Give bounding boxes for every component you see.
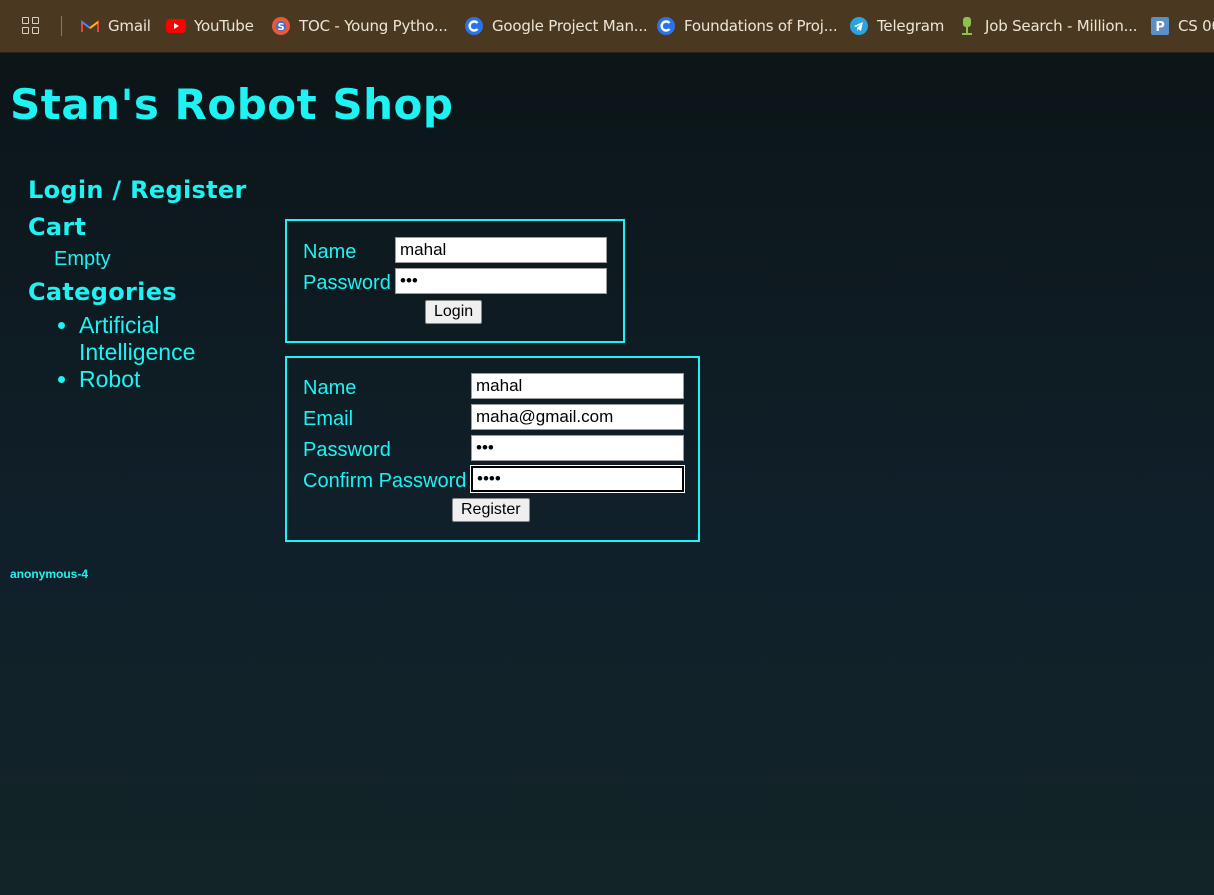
- bookmark-label: Gmail: [108, 17, 151, 35]
- job-search-icon: [957, 16, 977, 36]
- bookmark-job-search[interactable]: Job Search - Million...: [957, 15, 1138, 37]
- bookmarks-bar: Gmail YouTube S TOC - Young Pytho... Goo…: [0, 0, 1214, 53]
- svg-text:S: S: [277, 22, 284, 33]
- login-password-input[interactable]: [395, 268, 607, 294]
- site-title: Stan's Robot Shop: [10, 80, 454, 129]
- login-form: Name Password Login: [285, 219, 625, 343]
- bookmark-youtube[interactable]: YouTube: [166, 15, 254, 37]
- youtube-icon: [166, 16, 186, 36]
- categories-heading: Categories: [28, 278, 177, 306]
- apps-grid-icon[interactable]: [22, 17, 40, 35]
- register-confirm-password-label: Confirm Password: [303, 470, 467, 492]
- bookmark-label: Google Project Man...: [492, 17, 648, 35]
- cart-heading[interactable]: Cart: [28, 211, 86, 243]
- bookmark-cs[interactable]: P CS 00: [1150, 15, 1214, 37]
- cs-icon: P: [1150, 16, 1170, 36]
- bookmark-foundations[interactable]: Foundations of Proj...: [656, 15, 838, 37]
- telegram-icon: [849, 16, 869, 36]
- register-password-input[interactable]: [471, 435, 684, 461]
- toc-icon: S: [271, 16, 291, 36]
- register-email-label: Email: [303, 408, 354, 430]
- bookmark-label: Telegram: [877, 17, 945, 35]
- bookmarks-separator: [61, 16, 62, 36]
- svg-text:P: P: [1155, 20, 1164, 35]
- cart-status: Empty: [54, 248, 111, 270]
- register-password-label: Password: [303, 439, 391, 461]
- register-name-input[interactable]: [471, 373, 684, 399]
- register-button[interactable]: Register: [452, 498, 530, 522]
- login-register-link[interactable]: Login / Register: [28, 174, 247, 206]
- login-name-label: Name: [303, 241, 357, 263]
- bookmark-gmail[interactable]: Gmail: [80, 15, 151, 37]
- register-name-label: Name: [303, 377, 357, 399]
- register-email-input[interactable]: [471, 404, 684, 430]
- bookmark-telegram[interactable]: Telegram: [849, 15, 944, 37]
- register-form: Name Email Password Confirm Password Reg…: [285, 356, 700, 542]
- bookmark-label: TOC - Young Pytho...: [299, 17, 448, 35]
- bookmark-label: CS 00: [1178, 17, 1214, 35]
- bookmark-google-project[interactable]: Google Project Man...: [464, 15, 648, 37]
- coursera-icon: [656, 16, 676, 36]
- user-id: anonymous-4: [10, 567, 89, 581]
- gmail-icon: [80, 16, 100, 36]
- register-confirm-password-input[interactable]: [471, 466, 684, 492]
- bookmark-toc[interactable]: S TOC - Young Pytho...: [271, 15, 448, 37]
- category-list: Artificial Intelligence Robot: [60, 312, 229, 393]
- login-password-label: Password: [303, 272, 391, 294]
- bookmark-label: YouTube: [194, 17, 254, 35]
- bookmark-label: Foundations of Proj...: [684, 17, 838, 35]
- category-item-robot[interactable]: Robot: [79, 366, 229, 393]
- login-name-input[interactable]: [395, 237, 607, 263]
- bookmark-label: Job Search - Million...: [985, 17, 1138, 35]
- coursera-icon: [464, 16, 484, 36]
- login-button[interactable]: Login: [425, 300, 483, 324]
- category-item-artificial-intelligence[interactable]: Artificial Intelligence: [79, 312, 229, 366]
